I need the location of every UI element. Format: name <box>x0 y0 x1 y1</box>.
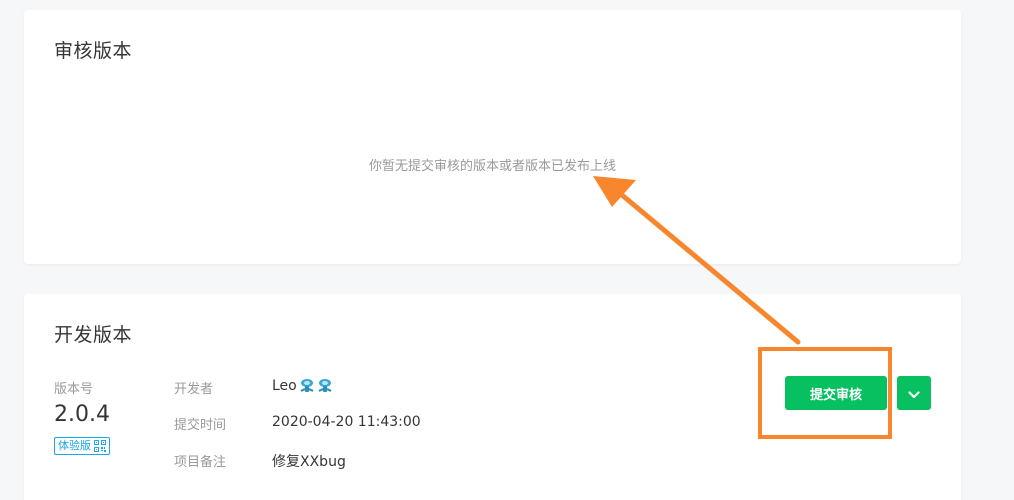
chevron-down-icon <box>908 384 920 403</box>
more-options-button[interactable] <box>897 376 931 410</box>
page: 审核版本 你暂无提交审核的版本或者版本已发布上线 开发版本 版本号 2.0.4 … <box>0 0 1014 500</box>
developer-value: Leo <box>272 377 335 395</box>
review-version-title: 审核版本 <box>54 40 133 62</box>
qr-code-icon[interactable] <box>94 440 106 452</box>
dev-version-card: 开发版本 版本号 2.0.4 体验版 开发者 提交时间 项目备注 Leo 202… <box>24 294 961 500</box>
experience-badge[interactable]: 体验版 <box>54 437 110 455</box>
submit-review-button[interactable]: 提交审核 <box>785 376 887 410</box>
dev-version-title: 开发版本 <box>54 324 133 346</box>
experience-badge-label: 体验版 <box>58 439 91 452</box>
note-label: 项目备注 <box>174 455 227 470</box>
version-number: 2.0.4 <box>54 402 110 427</box>
review-empty-message: 你暂无提交审核的版本或者版本已发布上线 <box>368 159 616 174</box>
emoji-icon <box>299 377 335 395</box>
submit-time-value: 2020-04-20 11:43:00 <box>272 414 421 430</box>
developer-label: 开发者 <box>174 382 214 397</box>
submit-time-label: 提交时间 <box>174 418 227 433</box>
note-value: 修复XXbug <box>272 454 346 470</box>
review-version-card: 审核版本 你暂无提交审核的版本或者版本已发布上线 <box>24 10 961 264</box>
developer-name: Leo <box>272 378 297 394</box>
version-label: 版本号 <box>54 382 94 397</box>
